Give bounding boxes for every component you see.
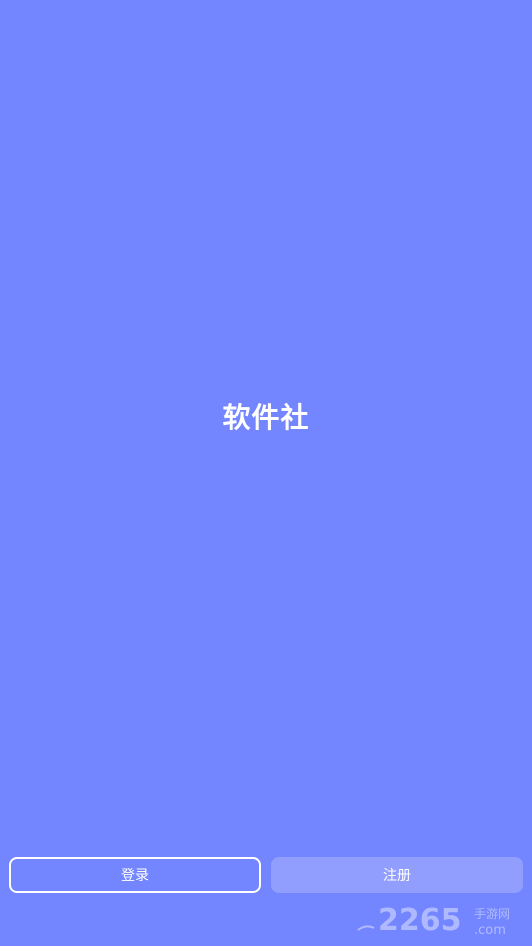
watermark-domain: .com <box>474 923 506 938</box>
splash-screen: 软件社 登录 注册 2265 手游网 .com <box>0 0 532 946</box>
register-button[interactable]: 注册 <box>271 857 523 893</box>
site-watermark-logo: 2265 手游网 .com <box>356 900 526 940</box>
watermark-number: 2265 <box>378 903 462 938</box>
watermark-suffix: 手游网 <box>474 907 510 921</box>
login-button[interactable]: 登录 <box>9 857 261 893</box>
register-button-label: 注册 <box>383 868 411 884</box>
app-title: 软件社 <box>222 401 310 434</box>
login-button-label: 登录 <box>121 868 149 884</box>
watermark-swoosh-icon <box>357 925 375 931</box>
